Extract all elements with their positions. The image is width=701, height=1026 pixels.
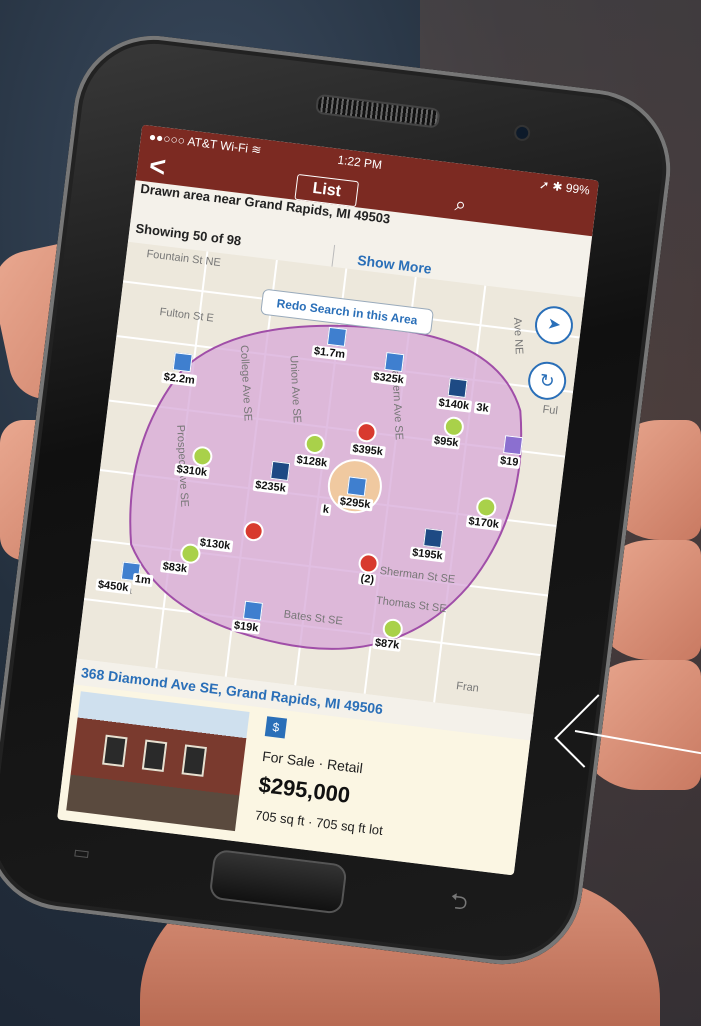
phone-speaker: [315, 93, 441, 129]
map-marker[interactable]: [326, 326, 347, 347]
phone-device: ▭ ⮌ ●●○○○ AT&T Wi-Fi ≋ 1:22 PM ➚ ✱ 99% <…: [0, 26, 680, 974]
menu-key-icon[interactable]: ▭: [72, 842, 104, 866]
map-view[interactable]: Fountain St NE Fulton St E College Ave S…: [76, 241, 585, 715]
listing-type: For Sale · Retail: [261, 747, 364, 777]
photo-window: [102, 734, 128, 768]
cluster-count[interactable]: (2): [357, 572, 377, 587]
street-label: Ful: [541, 403, 559, 418]
retail-icon: $: [264, 716, 288, 739]
back-button[interactable]: <: [147, 150, 168, 184]
map-marker[interactable]: [346, 476, 367, 497]
street-label: Fran: [455, 680, 480, 695]
map-marker[interactable]: [423, 528, 444, 549]
phone-camera: [513, 124, 532, 142]
map-marker[interactable]: [503, 435, 524, 456]
price-label[interactable]: k: [320, 503, 332, 517]
price-label[interactable]: 1m: [132, 572, 154, 588]
battery-indicator: ➚ ✱ 99%: [538, 177, 591, 198]
price-label[interactable]: 3k: [473, 401, 492, 416]
street-label: Ave NE: [510, 317, 525, 355]
search-icon[interactable]: ⌕: [454, 193, 468, 217]
map-marker[interactable]: [447, 377, 468, 398]
photo-window: [141, 739, 168, 772]
map-marker[interactable]: [172, 352, 193, 373]
listing-size: 705 sq ft · 705 sq ft lot: [254, 807, 384, 839]
home-button[interactable]: [208, 848, 348, 915]
listing-photo[interactable]: [66, 691, 250, 832]
app-screen: ●●○○○ AT&T Wi-Fi ≋ 1:22 PM ➚ ✱ 99% < Lis…: [57, 124, 599, 876]
listing-price: $295,000: [257, 771, 352, 808]
map-marker[interactable]: [242, 600, 263, 621]
map-marker[interactable]: [384, 352, 405, 373]
divider: [331, 244, 336, 267]
clock: 1:22 PM: [336, 152, 383, 173]
photo-window: [181, 744, 207, 777]
map-marker[interactable]: [270, 460, 291, 481]
back-key-icon[interactable]: ⮌: [449, 884, 482, 915]
price-label[interactable]: $19: [497, 454, 522, 470]
